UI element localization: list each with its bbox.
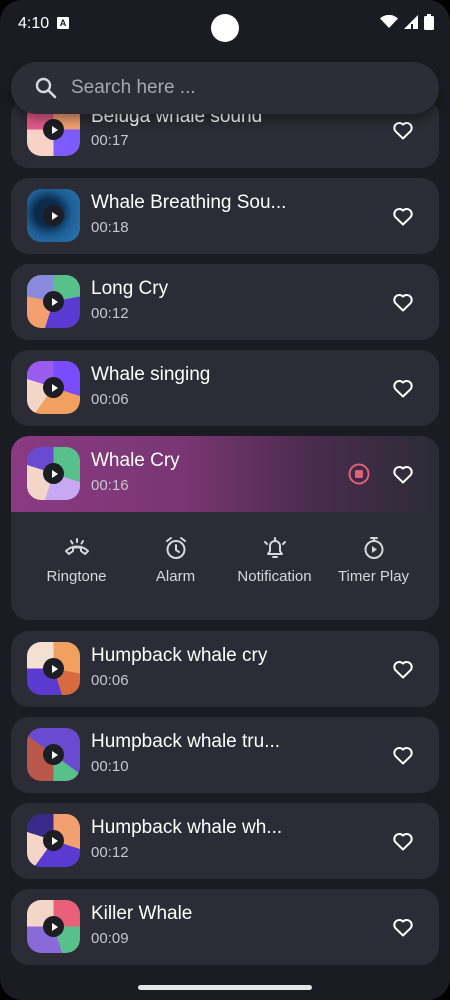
notification-bell-icon [263,537,286,558]
system-icons [380,14,434,30]
sound-duration: 00:16 [91,477,129,494]
ringtone-label: Ringtone [46,568,107,585]
sound-duration: 00:06 [91,391,129,408]
sound-thumbnail [27,642,80,695]
sound-duration: 00:18 [91,219,129,236]
sound-thumbnail [27,447,80,500]
alarm-clock-icon [165,537,186,559]
sound-duration: 00:10 [91,758,129,775]
ringtone-action[interactable]: Ringtone [27,536,126,586]
sound-title: Humpback whale cry [91,645,268,666]
heart-outline-icon[interactable] [391,657,415,681]
sound-title: Humpback whale tru... [91,731,281,752]
sound-title: Killer Whale [91,903,193,924]
heart-outline-icon[interactable] [391,118,415,142]
list-item-expanded[interactable]: Whale Cry 00:16 Ringtone Alarm Notificat… [11,436,439,620]
play-icon[interactable] [43,291,64,312]
sound-duration: 00:12 [91,305,129,322]
search-icon [35,77,57,99]
timer-play-icon [364,537,383,559]
sound-thumbnail [27,900,80,953]
signal-icon [404,15,418,29]
camera-cutout [211,14,239,42]
play-icon[interactable] [43,205,64,226]
search-bar[interactable] [11,62,439,114]
sound-thumbnail [27,189,80,242]
play-icon[interactable] [43,377,64,398]
notification-badge-icon: A [57,17,69,29]
list-item[interactable]: Humpback whale wh... 00:12 [11,803,439,879]
list-item[interactable]: Humpback whale tru... 00:10 [11,717,439,793]
sound-thumbnail [27,814,80,867]
ringtone-icon [64,538,89,555]
sound-duration: 00:17 [91,132,129,149]
battery-icon [424,14,434,30]
heart-outline-icon[interactable] [391,829,415,853]
sound-title: Whale Cry [91,450,180,471]
list-item[interactable]: Humpback whale cry 00:06 [11,631,439,707]
heart-outline-icon[interactable] [391,290,415,314]
sound-duration: 00:09 [91,930,129,947]
notification-label: Notification [237,568,312,585]
list-item[interactable]: Whale Breathing Sou... 00:18 [11,178,439,254]
heart-outline-icon[interactable] [391,743,415,767]
timer-play-label: Timer Play [337,568,410,585]
wifi-icon [380,15,398,28]
sound-duration: 00:12 [91,844,129,861]
phone-screen: Beluga whale sound 00:17 Whale Breathing… [0,0,450,1000]
heart-outline-icon[interactable] [391,204,415,228]
sound-list[interactable]: Beluga whale sound 00:17 Whale Breathing… [0,0,450,975]
list-item[interactable]: Whale singing 00:06 [11,350,439,426]
alarm-action[interactable]: Alarm [126,536,225,586]
sound-thumbnail [27,728,80,781]
sound-actions: Ringtone Alarm Notification Timer Play [11,536,439,586]
heart-outline-icon[interactable] [391,462,415,486]
play-icon[interactable] [43,916,64,937]
now-playing-header[interactable]: Whale Cry 00:16 [11,436,439,512]
stop-circle-icon[interactable] [347,462,371,486]
timer-play-action[interactable]: Timer Play [324,536,423,586]
sound-title: Long Cry [91,278,169,299]
list-item[interactable]: Killer Whale 00:09 [11,889,439,965]
sound-duration: 00:06 [91,672,129,689]
status-time: 4:10 [18,15,50,32]
play-icon[interactable] [43,830,64,851]
sound-title: Whale Breathing Sou... [91,192,287,213]
sound-thumbnail [27,361,80,414]
heart-outline-icon[interactable] [391,915,415,939]
home-indicator[interactable] [138,985,312,990]
list-item[interactable]: Long Cry 00:12 [11,264,439,340]
notification-action[interactable]: Notification [225,536,324,586]
search-input[interactable] [71,72,411,104]
status-bar: 4:10 A [0,0,450,48]
play-icon[interactable] [43,744,64,765]
alarm-label: Alarm [155,568,196,585]
play-icon[interactable] [43,119,64,140]
sound-thumbnail [27,275,80,328]
sound-title: Humpback whale wh... [91,817,283,838]
heart-outline-icon[interactable] [391,376,415,400]
play-icon[interactable] [43,463,64,484]
sound-title: Whale singing [91,364,211,385]
play-icon[interactable] [43,658,64,679]
